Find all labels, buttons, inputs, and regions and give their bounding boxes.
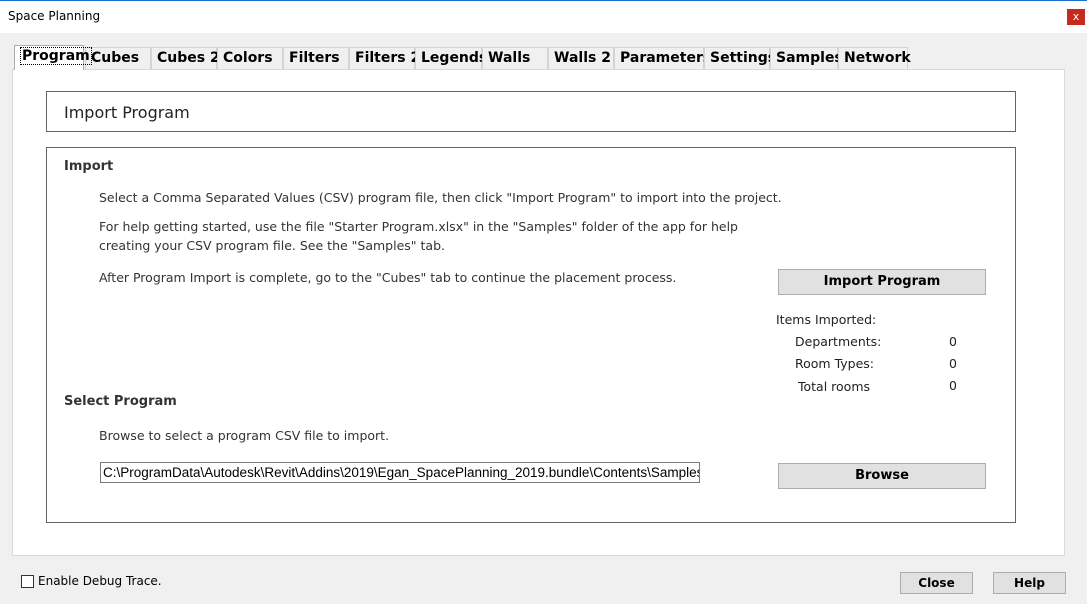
help-button[interactable]: Help: [993, 572, 1066, 594]
tab-walls[interactable]: Walls: [482, 47, 548, 70]
tab-walls-2[interactable]: Walls 2: [548, 47, 614, 70]
tab-samples[interactable]: Samples: [770, 47, 843, 70]
total-rooms-label: Total rooms: [798, 379, 871, 394]
tab-legends[interactable]: Legends: [415, 47, 487, 70]
close-button[interactable]: Close: [900, 572, 973, 594]
tab-cubes[interactable]: Cubes: [85, 47, 151, 70]
browse-button[interactable]: Browse: [778, 463, 986, 489]
debug-trace-checkbox[interactable]: [21, 575, 34, 588]
debug-trace-label: Enable Debug Trace.: [38, 574, 162, 588]
tab-colors[interactable]: Colors: [217, 47, 283, 70]
import-program-button[interactable]: Import Program: [778, 269, 986, 295]
window-close-button[interactable]: x: [1067, 9, 1085, 25]
browse-hint: Browse to select a program CSV file to i…: [99, 428, 390, 443]
departments-count: 0: [949, 334, 957, 349]
tab-cubes-2[interactable]: Cubes 2: [151, 47, 220, 70]
items-imported-label: Items Imported:: [776, 312, 877, 327]
window-title: Space Planning: [8, 9, 101, 23]
tab-settings[interactable]: Settings: [704, 47, 776, 70]
tab-filters[interactable]: Filters: [283, 47, 349, 70]
tab-program[interactable]: Program: [14, 45, 92, 70]
tab-parameters[interactable]: Parameters: [614, 47, 711, 70]
select-program-title: Select Program: [64, 394, 177, 409]
starter-help-text: For help getting started, use the file "…: [99, 219, 738, 253]
import-group: Import Select a Comma Separated Values (…: [46, 147, 1016, 523]
program-path-input[interactable]: C:\ProgramData\Autodesk\Revit\Addins\201…: [100, 462, 700, 483]
import-section-title: Import: [64, 159, 114, 174]
tab-filters-2[interactable]: Filters 2: [349, 47, 420, 70]
title-bar: Space Planning x: [0, 0, 1087, 33]
program-tab-panel: Import Program Import Select a Comma Sep…: [12, 69, 1065, 556]
departments-label: Departments:: [795, 334, 882, 349]
import-instructions: Select a Comma Separated Values (CSV) pr…: [99, 190, 782, 205]
tab-network[interactable]: Network: [838, 47, 911, 70]
import-program-header: Import Program: [46, 91, 1016, 132]
next-step-text: After Program Import is complete, go to …: [99, 270, 677, 285]
room-types-count: 0: [949, 356, 957, 371]
page-title: Import Program: [64, 103, 190, 122]
room-types-label: Room Types:: [795, 356, 875, 371]
total-rooms-count: 0: [949, 378, 957, 393]
